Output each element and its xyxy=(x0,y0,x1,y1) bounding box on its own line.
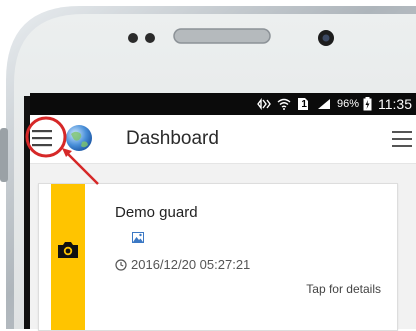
guard-name: Demo guard xyxy=(115,204,198,221)
globe-logo-icon xyxy=(63,124,95,154)
status-bar: 1 96% 11:35 xyxy=(30,93,416,115)
wifi-icon xyxy=(277,98,291,110)
app-screen: 1 96% 11:35 Dashboard Demo guard 2016/12… xyxy=(0,0,416,331)
clock-icon xyxy=(115,258,127,271)
hamburger-menu-icon[interactable] xyxy=(32,129,54,147)
guard-card[interactable]: Demo guard 2016/12/20 05:27:21 Tap for d… xyxy=(38,183,398,331)
overflow-menu-icon[interactable] xyxy=(392,131,412,147)
status-time: 11:35 xyxy=(378,96,412,112)
timestamp-text: 2016/12/20 05:27:21 xyxy=(131,257,251,272)
image-icon[interactable] xyxy=(132,230,144,248)
tap-for-details-link[interactable]: Tap for details xyxy=(306,282,381,296)
nfc-icon xyxy=(257,98,272,110)
battery-percent: 96% xyxy=(336,98,359,110)
page-title: Dashboard xyxy=(126,128,219,149)
sim-slot-label: 1 xyxy=(301,98,307,110)
camera-icon xyxy=(56,240,80,265)
battery-icon xyxy=(363,97,372,111)
card-timestamp: 2016/12/20 05:27:21 xyxy=(115,257,250,272)
card-status-stripe xyxy=(51,184,85,330)
app-bar: Dashboard xyxy=(30,115,416,164)
signal-icon xyxy=(317,98,331,110)
